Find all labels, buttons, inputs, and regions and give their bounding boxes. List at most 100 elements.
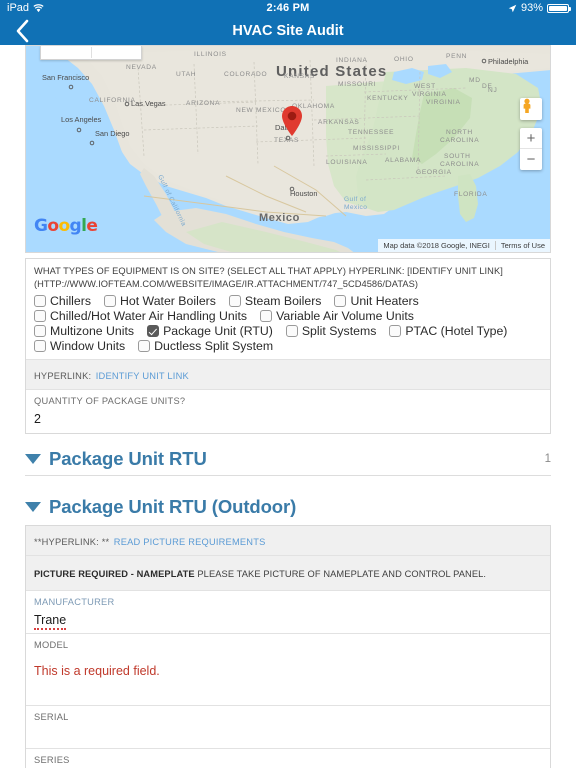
location-arrow-icon xyxy=(508,4,517,12)
equipment-question-row: WHAT TYPES OF EQUIPMENT IS ON SITE? (SEL… xyxy=(26,259,550,361)
section-title: Package Unit RTU xyxy=(49,448,207,470)
manufacturer-value: Trane xyxy=(34,613,542,631)
zoom-in-button[interactable]: + xyxy=(520,128,542,149)
checkbox-icon xyxy=(34,295,46,308)
map-zoom-controls[interactable]: + − xyxy=(520,128,542,170)
checkbox-icon xyxy=(334,295,347,308)
checkbox-row: Multizone Units Package Unit (RTU) Split… xyxy=(34,324,542,338)
svg-text:Los Angeles: Los Angeles xyxy=(61,115,102,124)
checkbox-steam-boilers[interactable]: Steam Boilers xyxy=(228,294,322,309)
svg-text:San Francisco: San Francisco xyxy=(42,73,89,82)
pegman-streetview-icon[interactable] xyxy=(520,98,542,120)
checkbox-icon xyxy=(260,310,273,323)
hyperlink-label: **HYPERLINK: ** xyxy=(34,537,110,548)
pegman-glyph-icon xyxy=(523,98,531,113)
checkbox-variable-air-volume-units[interactable]: Variable Air Volume Units xyxy=(260,309,414,323)
svg-text:ALABAMA: ALABAMA xyxy=(385,157,421,164)
svg-text:GEORGIA: GEORGIA xyxy=(416,169,452,176)
svg-text:Mexico: Mexico xyxy=(259,212,300,224)
checkbox-icon xyxy=(34,310,46,323)
checkbox-chilled-hot-water-ahu[interactable]: Chilled/Hot Water Air Handling Units xyxy=(34,309,247,323)
checkbox-window-units[interactable]: Window Units xyxy=(34,339,125,353)
svg-text:San Diego: San Diego xyxy=(95,129,130,138)
model-label: MODEL xyxy=(34,640,69,651)
checkbox-icon xyxy=(34,325,46,338)
manufacturer-field[interactable]: MANUFACTURER Trane xyxy=(26,591,550,635)
checkbox-label: Hot Water Boilers xyxy=(120,294,216,309)
svg-text:VIRGINIA: VIRGINIA xyxy=(426,99,461,106)
svg-text:CAROLINA: CAROLINA xyxy=(440,137,479,144)
checkbox-multizone-units[interactable]: Multizone Units xyxy=(34,324,134,338)
section-package-unit-rtu-outdoor[interactable]: Package Unit RTU (Outdoor) xyxy=(25,496,551,520)
back-button[interactable] xyxy=(0,16,44,45)
checkbox-package-unit-rtu[interactable]: Package Unit (RTU) xyxy=(147,324,273,338)
checkbox-row: Chilled/Hot Water Air Handling Units Var… xyxy=(34,309,542,323)
checkbox-unit-heaters[interactable]: Unit Heaters xyxy=(334,294,419,309)
identify-unit-link[interactable]: IDENTIFY UNIT LINK xyxy=(96,371,189,381)
checkbox-split-systems[interactable]: Split Systems xyxy=(285,324,377,339)
hyperlink-label: HYPERLINK: xyxy=(34,371,92,382)
picture-required-title: PICTURE REQUIRED - NAMEPLATE xyxy=(34,569,195,580)
checkbox-row: Chillers Hot Water Boilers Steam Boilers xyxy=(34,294,542,308)
status-bar-time: 2:46 PM xyxy=(266,2,310,14)
read-picture-requirements-link[interactable]: READ PICTURE REQUIREMENTS xyxy=(114,537,266,547)
terms-of-use-link[interactable]: Terms of Use xyxy=(494,241,550,250)
svg-text:COLORADO: COLORADO xyxy=(224,71,267,78)
map-attribution: Map data ©2018 Google, INEGI Terms of Us… xyxy=(378,239,550,252)
checkbox-chillers[interactable]: Chillers xyxy=(34,294,91,308)
checkbox-ptac-hotel-type[interactable]: PTAC (Hotel Type) xyxy=(389,324,507,338)
equipment-prompt-line1: WHAT TYPES OF EQUIPMENT IS ON SITE? (SEL… xyxy=(34,266,503,276)
section-count: 1 xyxy=(544,453,551,466)
serial-field[interactable]: SERIAL xyxy=(26,706,550,750)
checkbox-ductless-split-system[interactable]: Ductless Split System xyxy=(138,339,273,353)
scroll-content[interactable]: United States Mexico NEVADA UTAH COLORAD… xyxy=(0,45,576,768)
triangle-down-icon[interactable] xyxy=(25,502,41,513)
model-error-message: This is a required field. xyxy=(34,664,160,679)
svg-text:NJ: NJ xyxy=(488,87,497,94)
checkbox-label: Split Systems xyxy=(301,324,377,339)
checkbox-icon xyxy=(138,340,151,353)
checkbox-icon xyxy=(34,340,46,353)
section-package-unit-rtu[interactable]: Package Unit RTU 1 xyxy=(25,448,551,477)
svg-text:CAROLINA: CAROLINA xyxy=(440,161,479,168)
equipment-checkbox-list: Chillers Hot Water Boilers Steam Boilers xyxy=(34,294,542,353)
series-label: SERIES xyxy=(34,755,70,766)
manufacturer-label: MANUFACTURER xyxy=(34,597,115,608)
serial-label: SERIAL xyxy=(34,712,69,723)
checkbox-label: Steam Boilers xyxy=(244,294,322,309)
checkbox-label: Unit Heaters xyxy=(350,294,419,309)
map-type-control[interactable] xyxy=(40,46,142,60)
svg-text:PENN: PENN xyxy=(446,53,467,60)
checkbox-label: Package Unit (RTU) xyxy=(163,324,273,339)
svg-text:NORTH: NORTH xyxy=(446,129,473,136)
svg-text:ILLINOIS: ILLINOIS xyxy=(194,51,227,58)
svg-text:NEVADA: NEVADA xyxy=(126,64,157,71)
google-logo: Google xyxy=(34,216,98,236)
outdoor-unit-card: **HYPERLINK: ** READ PICTURE REQUIREMENT… xyxy=(25,525,551,768)
checkbox-label: Multizone Units xyxy=(50,324,135,339)
equipment-prompt-line2: (HTTP://WWW.IOFTEAM.COM/WEBSITE/IMAGE/IR… xyxy=(34,279,419,290)
identify-unit-hyperlink-row: HYPERLINK: IDENTIFY UNIT LINK xyxy=(26,360,550,391)
svg-text:KANSAS: KANSAS xyxy=(284,73,315,80)
page-title: HVAC Site Audit xyxy=(232,22,344,39)
checkbox-icon xyxy=(228,295,241,308)
map-data-credit: Map data ©2018 Google, INEGI xyxy=(383,241,490,250)
svg-text:WEST: WEST xyxy=(414,83,436,90)
checkbox-hot-water-boilers[interactable]: Hot Water Boilers xyxy=(104,294,216,308)
triangle-down-icon[interactable] xyxy=(25,454,41,465)
svg-text:MISSISSIPPI: MISSISSIPPI xyxy=(353,145,400,152)
zoom-out-button[interactable]: − xyxy=(520,149,542,170)
svg-text:OHIO: OHIO xyxy=(394,56,414,63)
svg-text:Philadelphia: Philadelphia xyxy=(488,57,529,66)
svg-text:LOUISIANA: LOUISIANA xyxy=(326,159,367,166)
series-field[interactable]: SERIES xyxy=(26,749,550,768)
model-field[interactable]: MODEL This is a required field. xyxy=(26,634,550,707)
google-map[interactable]: United States Mexico NEVADA UTAH COLORAD… xyxy=(25,45,551,253)
checkbox-label: PTAC (Hotel Type) xyxy=(405,324,508,339)
map-graphic: United States Mexico NEVADA UTAH COLORAD… xyxy=(26,46,550,252)
checkbox-label: Variable Air Volume Units xyxy=(276,309,414,324)
svg-text:INDIANA: INDIANA xyxy=(336,57,368,64)
quantity-of-package-units-field[interactable]: QUANTITY OF PACKAGE UNITS? 2 xyxy=(26,390,550,433)
svg-text:SOUTH: SOUTH xyxy=(444,153,471,160)
battery-percent-label: 93% xyxy=(520,2,543,14)
